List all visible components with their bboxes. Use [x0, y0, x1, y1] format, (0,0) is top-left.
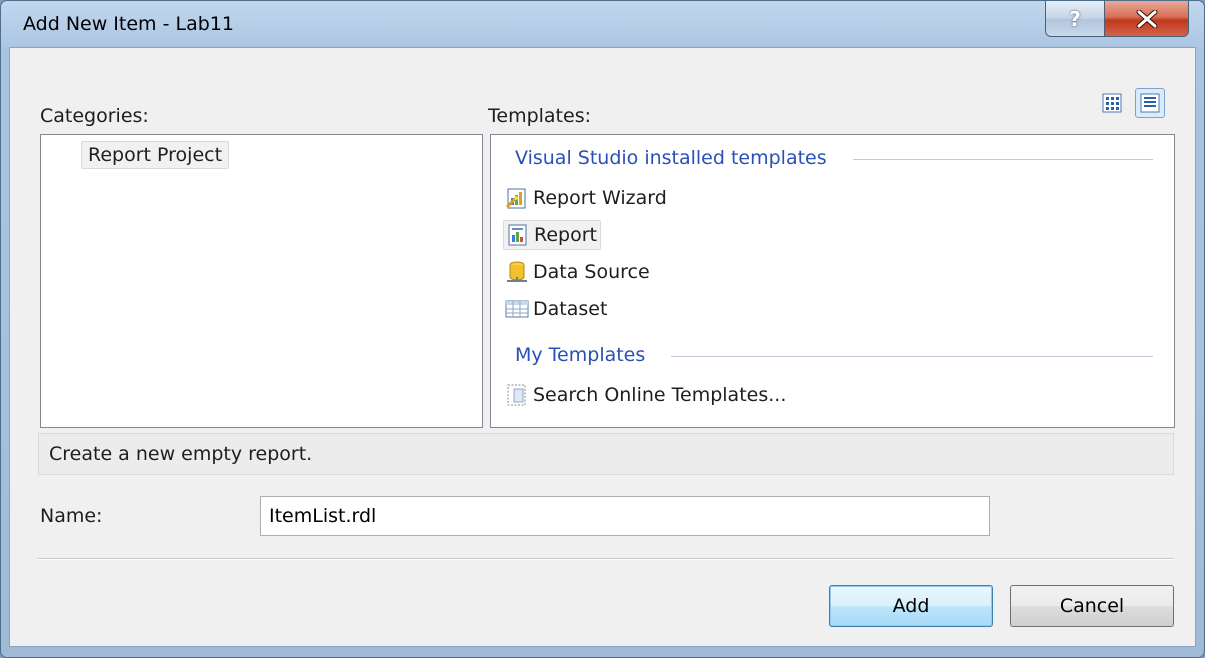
- dialog-body: Categories: Templates: Report Project Vi…: [9, 47, 1196, 647]
- help-icon: ?: [1069, 6, 1081, 31]
- template-item-report[interactable]: Report: [503, 220, 601, 250]
- small-icons-view-icon: [1140, 93, 1160, 113]
- template-description: Create a new empty report.: [38, 433, 1174, 475]
- add-button[interactable]: Add: [829, 585, 993, 627]
- report-icon: [508, 224, 527, 246]
- close-button[interactable]: [1104, 1, 1189, 37]
- group-divider: [853, 159, 1153, 160]
- categories-tree[interactable]: Report Project: [40, 134, 483, 428]
- large-icons-view-button[interactable]: [1097, 88, 1127, 118]
- report-wizard-icon: [505, 188, 526, 209]
- name-input[interactable]: [260, 496, 990, 536]
- template-label: Search Online Templates...: [533, 384, 787, 406]
- dialog-window: Add New Item - Lab11 ? Categories: Templ…: [0, 0, 1205, 658]
- template-item-data-source[interactable]: Data Source: [503, 257, 653, 287]
- template-group-header-my-templates: My Templates: [515, 344, 646, 366]
- large-icons-view-icon: [1102, 93, 1122, 113]
- template-item-search-online[interactable]: Search Online Templates...: [503, 380, 789, 410]
- template-item-report-wizard[interactable]: Report Wizard: [503, 183, 670, 213]
- templates-list[interactable]: Visual Studio installed templates Report…: [490, 134, 1175, 428]
- template-label: Report Wizard: [533, 187, 667, 209]
- close-icon: [1136, 9, 1157, 28]
- search-online-templates-icon: [507, 384, 526, 406]
- separator: [38, 558, 1174, 559]
- category-item-report-project[interactable]: Report Project: [81, 141, 230, 169]
- name-label: Name:: [40, 505, 103, 527]
- template-label: Dataset: [533, 298, 608, 320]
- title-bar[interactable]: Add New Item - Lab11 ?: [1, 1, 1205, 47]
- template-label: Report: [534, 224, 597, 246]
- template-group-header-installed: Visual Studio installed templates: [515, 147, 827, 169]
- cancel-button[interactable]: Cancel: [1010, 585, 1174, 627]
- categories-label: Categories:: [40, 105, 149, 127]
- templates-label: Templates:: [488, 105, 591, 127]
- small-icons-view-button[interactable]: [1135, 88, 1165, 118]
- help-button[interactable]: ?: [1045, 1, 1105, 37]
- template-item-dataset[interactable]: Dataset: [503, 294, 610, 324]
- window-title: Add New Item - Lab11: [23, 13, 234, 35]
- template-label: Data Source: [533, 261, 650, 283]
- group-divider: [671, 356, 1153, 357]
- data-source-icon: [507, 261, 527, 282]
- dataset-icon: [505, 300, 529, 318]
